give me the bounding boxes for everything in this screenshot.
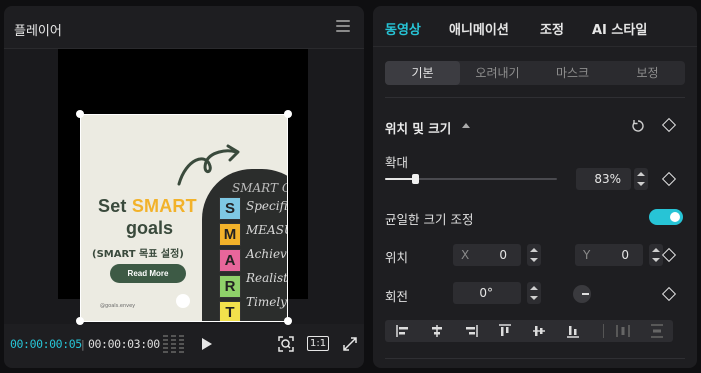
subtab-bar: 기본 오려내기 마스크 보정 [385,61,685,85]
aspect-ratio-button[interactable]: 1:1 [307,336,330,351]
properties-panel: 동영상 애니메이션 조정 AI 스타일 기본 오려내기 마스크 보정 위치 및 … [373,6,697,368]
align-top-icon[interactable] [497,323,513,339]
play-icon[interactable] [202,338,212,350]
alignment-toolbar [385,320,673,342]
time-divider: | [81,338,85,351]
reset-icon[interactable] [631,119,645,133]
align-left-icon[interactable] [395,323,411,339]
tab-adjust[interactable]: 조정 [540,19,564,38]
keyframe-diamond-icon[interactable] [661,286,677,302]
position-label: 위치 [385,250,409,265]
collapse-caret-icon[interactable] [462,123,470,128]
rotation-stepper[interactable] [527,282,541,304]
timeline-view-icon[interactable] [163,335,185,353]
tab-animation[interactable]: 애니메이션 [449,19,509,38]
tab-video[interactable]: 동영상 [385,19,421,38]
tab-bar: 동영상 애니메이션 조정 AI 스타일 [373,6,697,46]
slider-fill [385,178,414,180]
slider-knob[interactable] [412,174,419,184]
scale-input[interactable]: 83% [576,168,631,190]
scale-stepper[interactable] [634,168,648,190]
align-center-h-icon[interactable] [429,323,445,339]
resize-handle-tl[interactable] [76,110,84,118]
uniform-scale-toggle[interactable] [649,209,683,225]
position-y-stepper[interactable] [649,244,663,266]
rotation-input[interactable]: 0° [453,282,521,304]
subtab-basic[interactable]: 기본 [385,61,460,85]
uniform-scale-label: 균일한 크기 조정 [385,212,474,227]
menu-icon[interactable] [336,20,350,32]
position-y-input[interactable]: Y 0 [575,244,643,266]
player-title: 플레이어 [14,24,62,39]
section-title: 위치 및 크기 [385,121,452,136]
keyframe-diamond-icon[interactable] [661,247,677,263]
align-right-icon[interactable] [463,323,479,339]
zoom-fit-icon[interactable] [277,335,295,353]
divider [385,358,685,359]
tab-ai-style[interactable]: AI 스타일 [592,19,647,38]
resize-handle-tr[interactable] [284,110,292,118]
align-center-v-icon[interactable] [531,323,547,339]
distribute-v-icon[interactable] [649,323,665,339]
distribute-h-icon[interactable] [615,323,631,339]
keyframe-diamond-icon[interactable] [661,171,677,187]
divider [603,324,604,338]
keyframe-diamond-icon[interactable] [661,117,677,133]
total-time: 00:00:03:00 [88,337,160,351]
divider [385,97,685,98]
subtab-mask[interactable]: 마스크 [535,61,610,85]
scale-label: 확대 [385,155,409,170]
selection-box[interactable] [80,114,288,322]
playback-bar: 00:00:00:05 | 00:00:03:00 1:1 [4,324,364,368]
scale-slider[interactable] [385,174,557,184]
subtab-cutout[interactable]: 오려내기 [460,61,535,85]
rotation-label: 회전 [385,289,409,304]
player-panel: 플레이어 Set SMART goals (SMART 목표 설정) Read … [4,6,364,368]
align-bottom-icon[interactable] [565,323,581,339]
divider [373,46,697,47]
rotation-dial[interactable] [573,285,591,303]
preview-area: Set SMART goals (SMART 목표 설정) Read More … [4,49,364,325]
position-x-input[interactable]: X 0 [453,244,521,266]
current-time: 00:00:00:05 [10,337,82,351]
subtab-correction[interactable]: 보정 [610,61,685,85]
fullscreen-icon[interactable] [341,335,359,353]
position-x-stepper[interactable] [527,244,541,266]
rotate-handle[interactable] [176,294,190,308]
